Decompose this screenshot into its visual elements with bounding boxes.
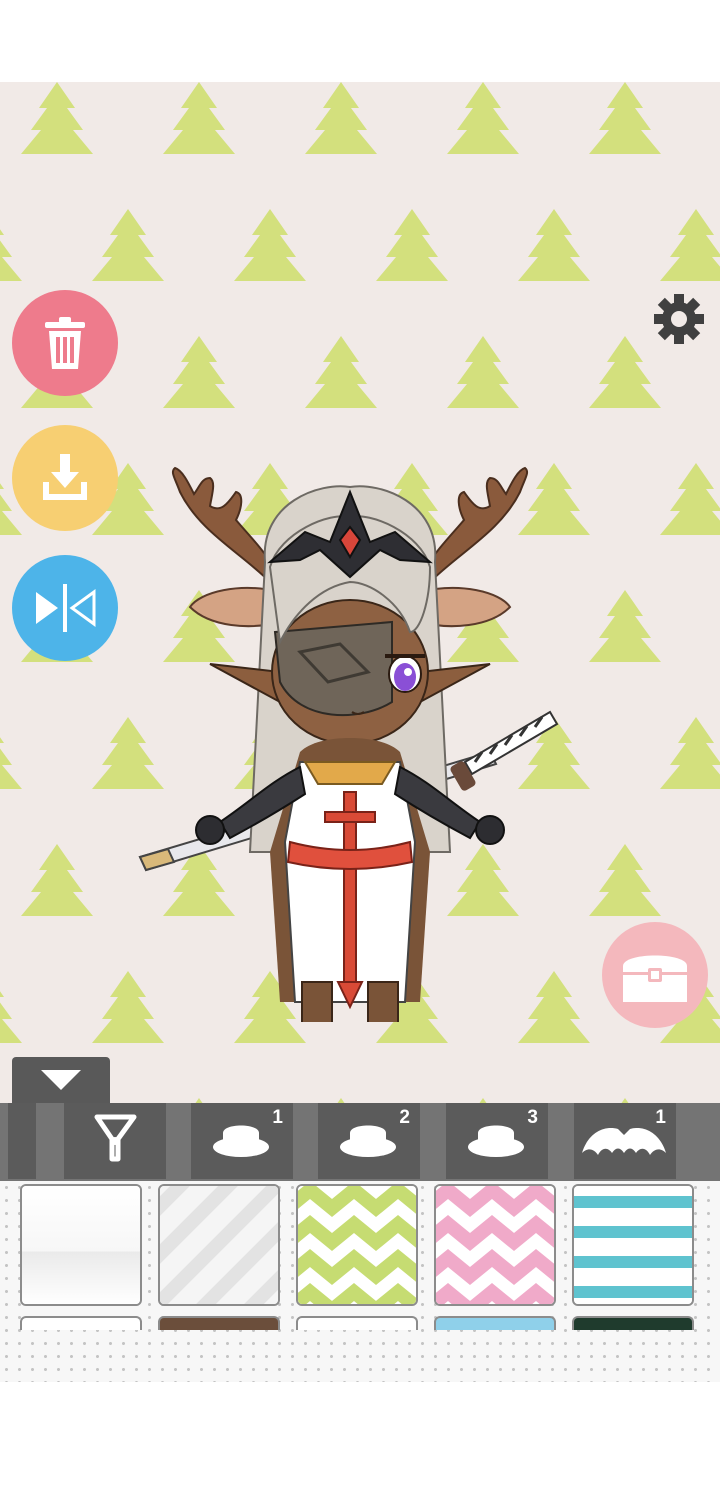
treasure-chest-icon <box>623 955 687 1002</box>
tree-pattern-tile <box>660 209 720 281</box>
plain-white-pattern <box>22 1186 140 1304</box>
tree-pattern-tile <box>589 590 661 662</box>
download-button[interactable] <box>12 425 118 531</box>
settings-button[interactable] <box>652 292 706 346</box>
swatch-plain-white[interactable] <box>20 1184 142 1306</box>
tree-pattern-tile <box>0 991 22 1043</box>
tree-pattern-tile <box>21 844 93 916</box>
background-frame-icon <box>94 1114 137 1162</box>
flip-horizontal-icon <box>36 584 96 632</box>
swatch-pink-zigzag[interactable] <box>434 1184 556 1306</box>
swatch-green-zigzag[interactable] <box>296 1184 418 1306</box>
tab-hat-1[interactable]: 1 <box>191 1103 293 1179</box>
tree-pattern-tile <box>589 82 661 154</box>
swatch-row2-item1[interactable] <box>20 1316 142 1330</box>
tree-pattern-tile <box>0 229 22 281</box>
tab-hat-3[interactable]: 3 <box>446 1103 548 1179</box>
character-canvas <box>0 82 720 1104</box>
pink-zigzag-pattern <box>436 1186 554 1304</box>
triangle-down-icon <box>41 1070 81 1090</box>
tab-wings[interactable]: 1 <box>574 1103 676 1179</box>
download-icon <box>43 454 87 500</box>
tree-pattern-tile <box>234 209 306 281</box>
tab-badge: 3 <box>527 1107 538 1128</box>
tab-badge: 1 <box>655 1107 666 1128</box>
tab-badge: 2 <box>399 1107 410 1128</box>
tree-pattern-tile <box>447 82 519 154</box>
delete-button[interactable] <box>12 290 118 396</box>
collapse-panel-button[interactable] <box>12 1057 110 1103</box>
teal-stripes-pattern <box>574 1186 692 1304</box>
tree-pattern-tile <box>660 717 720 789</box>
tab-badge: 1 <box>272 1107 283 1128</box>
tree-pattern-tile <box>589 844 661 916</box>
gacha-chest-button[interactable] <box>602 922 708 1028</box>
gear-icon <box>654 294 704 344</box>
diagonal-stripes-pattern <box>160 1186 278 1304</box>
tree-pattern-tile <box>163 82 235 154</box>
chibi-character <box>138 466 559 1081</box>
tree-pattern-tile <box>0 737 22 789</box>
green-zigzag-pattern <box>298 1186 416 1304</box>
swatch-row2-item2[interactable] <box>158 1316 280 1330</box>
item-grid <box>0 1181 720 1382</box>
swatch-white-diagonal-stripes[interactable] <box>158 1184 280 1306</box>
tree-pattern-tile <box>305 82 377 154</box>
tree-pattern-tile <box>660 463 720 535</box>
tree-pattern-tile <box>92 209 164 281</box>
tree-pattern-tile <box>21 82 93 154</box>
tree-pattern-tile <box>589 336 661 408</box>
category-tab-bar: 1 2 3 1 <box>0 1103 720 1181</box>
flip-button[interactable] <box>12 555 118 661</box>
trash-icon <box>45 317 85 369</box>
tab-hat-2[interactable]: 2 <box>318 1103 420 1179</box>
swatch-teal-horizontal-stripes[interactable] <box>572 1184 694 1306</box>
tab-background[interactable] <box>64 1103 166 1179</box>
tab-scroll-left-edge[interactable] <box>8 1103 36 1179</box>
tree-pattern-tile <box>518 209 590 281</box>
character-preview[interactable] <box>130 382 570 1081</box>
swatch-row2-item5[interactable] <box>572 1316 694 1330</box>
tree-pattern-tile <box>376 209 448 281</box>
swatch-row2-item4[interactable] <box>434 1316 556 1330</box>
swatch-row2-item3[interactable] <box>296 1316 418 1330</box>
